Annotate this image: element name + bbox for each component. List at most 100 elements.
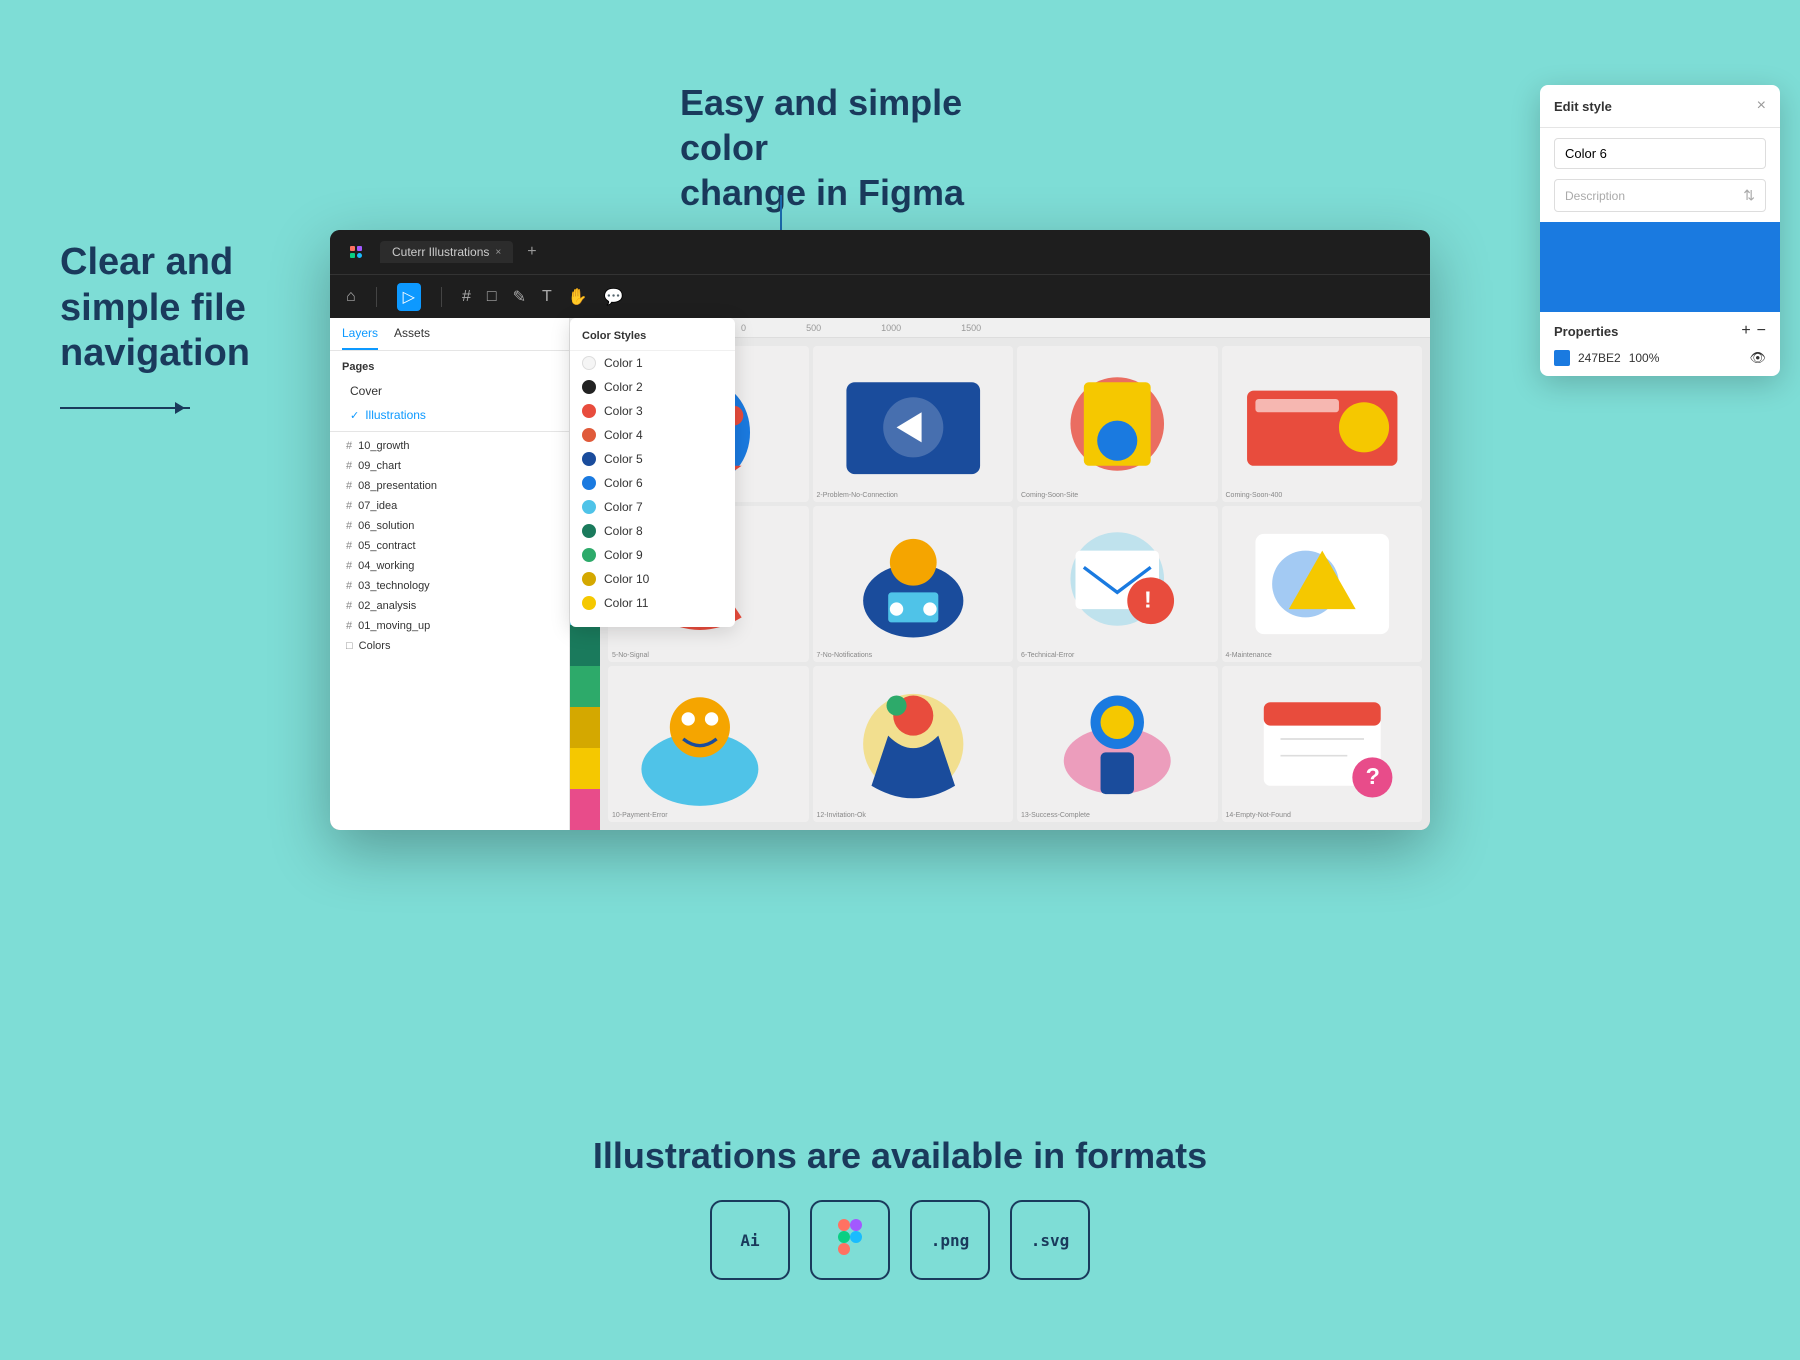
illus-label-8: 4-Maintenance: [1226, 652, 1272, 659]
format-badge-ai[interactable]: Ai: [710, 1200, 790, 1280]
illus-cell-12[interactable]: ? 14-Empty-Not-Found: [1222, 666, 1423, 822]
sidebar-divider: [330, 431, 569, 432]
figma-window: Cuterr Illustrations × + ⌂ ▷ # □ ✎ T ✋ 💬…: [330, 230, 1430, 830]
illus-cell-3[interactable]: Coming-Soon-Site: [1017, 346, 1218, 502]
illus-cell-10[interactable]: 12-Invitation-Ok: [813, 666, 1014, 822]
figma-logo-icon: [342, 238, 370, 266]
color-dot-9: [582, 548, 596, 562]
layer-hash-icon-3: #: [346, 480, 352, 492]
illus-cell-11[interactable]: 13-Success-Complete: [1017, 666, 1218, 822]
color-style-7[interactable]: Color 7: [570, 495, 735, 519]
illus-cell-9[interactable]: 10-Payment-Error: [608, 666, 809, 822]
color-style-6[interactable]: Color 6: [570, 471, 735, 495]
layer-07-idea[interactable]: # 07_idea: [330, 496, 569, 516]
tab-assets[interactable]: Assets: [394, 326, 430, 350]
layer-09-chart[interactable]: # 09_chart: [330, 456, 569, 476]
layer-hash-icon-8: #: [346, 580, 352, 592]
color-dot-11: [582, 596, 596, 610]
layer-hash-icon-10: #: [346, 620, 352, 632]
layer-name-9: 02_analysis: [358, 600, 416, 612]
property-eye-icon[interactable]: 👁: [1749, 350, 1766, 366]
frame-tool-icon[interactable]: #: [462, 288, 471, 306]
color-style-2[interactable]: Color 2: [570, 375, 735, 399]
comment-tool-icon[interactable]: 💬: [604, 287, 624, 307]
layer-name-10: 01_moving_up: [358, 620, 430, 632]
color-style-3[interactable]: Color 3: [570, 399, 735, 423]
pen-tool-icon[interactable]: ✎: [513, 287, 526, 307]
text-tool-icon[interactable]: T: [542, 288, 552, 306]
strip-color-10: [570, 707, 600, 748]
edit-style-panel: Edit style × Description ⇅ Properties + …: [1540, 85, 1780, 376]
home-icon[interactable]: ⌂: [346, 288, 356, 306]
illus-cell-6[interactable]: 7-No-Notifications: [813, 506, 1014, 662]
illus-cell-2[interactable]: 2-Problem-No-Connection: [813, 346, 1014, 502]
left-navigation-section: Clear and simple file navigation: [60, 240, 280, 409]
color-style-4[interactable]: Color 4: [570, 423, 735, 447]
bottom-section: Illustrations are available in formats A…: [0, 1133, 1800, 1280]
illus-label-6: 7-No-Notifications: [817, 652, 873, 659]
properties-minus-button[interactable]: −: [1757, 322, 1766, 340]
illus-cell-7[interactable]: ! 6-Technical-Error: [1017, 506, 1218, 662]
color-style-8[interactable]: Color 8: [570, 519, 735, 543]
hand-tool-icon[interactable]: ✋: [568, 287, 588, 307]
property-color-swatch[interactable]: [1554, 350, 1570, 366]
layer-02-analysis[interactable]: # 02_analysis: [330, 596, 569, 616]
figma-tab[interactable]: Cuterr Illustrations ×: [380, 241, 513, 263]
layer-hash-icon-4: #: [346, 500, 352, 512]
color-label-3: Color 3: [604, 404, 643, 418]
layer-01-moving-up[interactable]: # 01_moving_up: [330, 616, 569, 636]
page-cover[interactable]: Cover: [330, 379, 569, 403]
color-label-11: Color 11: [604, 596, 648, 610]
format-badge-figma[interactable]: [810, 1200, 890, 1280]
page-illustrations[interactable]: ✓ Illustrations: [330, 403, 569, 427]
rect-tool-icon[interactable]: □: [487, 288, 497, 306]
illus-label-2: 2-Problem-No-Connection: [817, 492, 898, 499]
color-label-10: Color 10: [604, 572, 649, 586]
illus-svg-3: [1017, 346, 1218, 502]
edit-style-name-input[interactable]: [1554, 138, 1766, 169]
color-preview-swatch[interactable]: [1540, 222, 1780, 312]
layer-04-working[interactable]: # 04_working: [330, 556, 569, 576]
top-center-section: Easy and simple colorchange in Figma: [680, 80, 1060, 215]
left-arrow: [60, 407, 280, 409]
page-illustrations-label: Illustrations: [365, 408, 426, 422]
edit-style-description-field[interactable]: Description ⇅: [1554, 179, 1766, 212]
color-style-10[interactable]: Color 10: [570, 567, 735, 591]
layer-name-6: 05_contract: [358, 540, 415, 552]
top-heading: Easy and simple colorchange in Figma: [680, 80, 1060, 215]
illus-label-9: 10-Payment-Error: [612, 812, 668, 819]
layer-08-presentation[interactable]: # 08_presentation: [330, 476, 569, 496]
strip-color-8: [570, 625, 600, 666]
layer-name-5: 06_solution: [358, 520, 414, 532]
tab-add-icon[interactable]: +: [527, 243, 536, 261]
edit-style-close-button[interactable]: ×: [1757, 97, 1766, 115]
tab-layers[interactable]: Layers: [342, 326, 378, 350]
color-style-1[interactable]: Color 1: [570, 351, 735, 375]
arrow-line: [60, 407, 190, 409]
layer-06-solution[interactable]: # 06_solution: [330, 516, 569, 536]
format-badge-svg[interactable]: .svg: [1010, 1200, 1090, 1280]
color-style-9[interactable]: Color 9: [570, 543, 735, 567]
properties-add-button[interactable]: +: [1741, 322, 1750, 340]
illus-svg-8: [1222, 506, 1423, 662]
color-dot-6: [582, 476, 596, 490]
layer-colors[interactable]: □ Colors: [330, 636, 569, 656]
illus-cell-4[interactable]: Coming-Soon-400: [1222, 346, 1423, 502]
figma-titlebar: Cuterr Illustrations × +: [330, 230, 1430, 274]
layer-05-contract[interactable]: # 05_contract: [330, 536, 569, 556]
tab-close-icon[interactable]: ×: [495, 247, 501, 258]
properties-title: Properties: [1554, 324, 1618, 339]
property-color-row: 247BE2 100% 👁: [1554, 350, 1766, 366]
illus-svg-9: [608, 666, 809, 822]
strip-color-9: [570, 666, 600, 707]
select-tool-icon[interactable]: ▷: [397, 283, 421, 311]
layer-03-technology[interactable]: # 03_technology: [330, 576, 569, 596]
color-style-5[interactable]: Color 5: [570, 447, 735, 471]
figma-toolbar: ⌂ ▷ # □ ✎ T ✋ 💬: [330, 274, 1430, 318]
illus-cell-8[interactable]: 4-Maintenance: [1222, 506, 1423, 662]
tab-name: Cuterr Illustrations: [392, 245, 489, 259]
format-badge-png[interactable]: .png: [910, 1200, 990, 1280]
layer-10-growth[interactable]: # 10_growth: [330, 436, 569, 456]
color-style-11[interactable]: Color 11: [570, 591, 735, 615]
figma-body: Layers Assets Pages Cover ✓ Illustration…: [330, 318, 1430, 830]
